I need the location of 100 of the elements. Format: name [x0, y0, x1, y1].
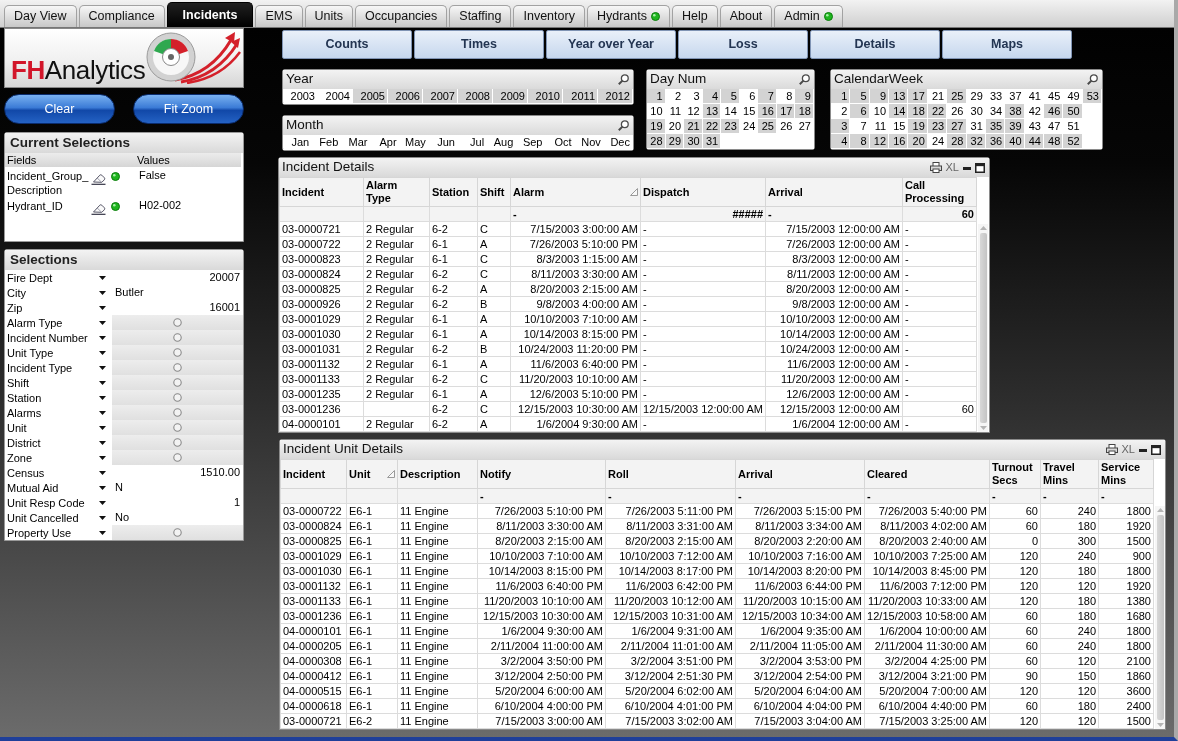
- list-item[interactable]: Jul: [458, 135, 488, 150]
- list-item[interactable]: 16: [758, 104, 777, 119]
- column-header[interactable]: Incident: [279, 177, 364, 207]
- search-icon[interactable]: [618, 74, 629, 85]
- list-item[interactable]: Nov: [574, 135, 604, 150]
- list-item[interactable]: 5: [721, 89, 740, 104]
- list-item[interactable]: Aug: [487, 135, 517, 150]
- list-item[interactable]: 3: [831, 119, 851, 134]
- export-excel-button[interactable]: XL: [945, 162, 959, 173]
- sheet-tab[interactable]: Day View: [4, 5, 77, 27]
- sheet-tab[interactable]: Inventory: [513, 5, 585, 27]
- scrollbar[interactable]: [978, 224, 988, 432]
- action-button[interactable]: Fit Zoom: [133, 94, 244, 124]
- scrollbar[interactable]: [1155, 506, 1165, 729]
- list-item[interactable]: 13: [889, 89, 909, 104]
- list-item[interactable]: 1: [647, 89, 666, 104]
- list-item[interactable]: 8: [850, 134, 870, 149]
- list-item[interactable]: 2006: [388, 89, 423, 104]
- sheet-button[interactable]: Counts: [282, 30, 412, 59]
- empty-field-value[interactable]: [112, 420, 243, 435]
- dropdown-caret-icon[interactable]: [99, 515, 106, 520]
- dropdown-caret-icon[interactable]: [99, 380, 106, 385]
- search-icon[interactable]: [1087, 74, 1098, 85]
- list-item[interactable]: 40: [1005, 134, 1025, 149]
- maximize-icon[interactable]: [1151, 444, 1161, 455]
- dropdown-caret-icon[interactable]: [99, 320, 106, 325]
- column-header[interactable]: Unit: [346, 459, 398, 489]
- dropdown-caret-icon[interactable]: [99, 305, 106, 310]
- list-item[interactable]: 19: [908, 119, 928, 134]
- print-icon[interactable]: [1105, 444, 1118, 455]
- list-item[interactable]: Dec: [603, 135, 633, 150]
- scrollbar-thumb[interactable]: [1156, 515, 1164, 720]
- list-item[interactable]: 2012: [598, 89, 633, 104]
- list-item[interactable]: 26: [776, 119, 796, 134]
- list-item[interactable]: Apr: [370, 135, 400, 150]
- column-header[interactable]: Turnout Secs: [989, 459, 1041, 489]
- column-header[interactable]: Dispatch: [640, 177, 766, 207]
- list-item[interactable]: 42: [1024, 104, 1044, 119]
- maximize-icon[interactable]: [975, 162, 985, 173]
- list-item[interactable]: 25: [758, 119, 777, 134]
- list-item[interactable]: 18: [908, 104, 928, 119]
- sheet-tab[interactable]: Staffing: [449, 5, 512, 27]
- dropdown-caret-icon[interactable]: [99, 275, 106, 280]
- list-item[interactable]: 52: [1063, 134, 1083, 149]
- list-item[interactable]: 2005: [353, 89, 388, 104]
- list-item[interactable]: 9: [795, 89, 814, 104]
- list-item[interactable]: May: [399, 135, 429, 150]
- eraser-icon[interactable]: [91, 202, 106, 215]
- list-item[interactable]: Mar: [341, 135, 371, 150]
- list-item[interactable]: 2009: [493, 89, 528, 104]
- empty-field-value[interactable]: [112, 390, 243, 405]
- column-header[interactable]: Alarm Type: [363, 177, 430, 207]
- list-item[interactable]: 2: [665, 89, 685, 104]
- list-item[interactable]: 25: [947, 89, 967, 104]
- list-item[interactable]: 30: [966, 104, 986, 119]
- sheet-button[interactable]: Year over Year: [546, 30, 676, 59]
- list-item[interactable]: 18: [795, 104, 814, 119]
- list-item[interactable]: 38: [1005, 104, 1025, 119]
- sheet-button[interactable]: Details: [810, 30, 940, 59]
- column-header[interactable]: Description: [397, 459, 478, 489]
- dropdown-caret-icon[interactable]: [99, 485, 106, 490]
- list-item[interactable]: 27: [795, 119, 814, 134]
- column-header[interactable]: Incident: [280, 459, 347, 489]
- sheet-button[interactable]: Loss: [678, 30, 808, 59]
- list-item[interactable]: 28: [647, 134, 666, 149]
- dropdown-caret-icon[interactable]: [99, 410, 106, 415]
- dropdown-caret-icon[interactable]: [99, 335, 106, 340]
- list-item[interactable]: 29: [966, 89, 986, 104]
- column-header[interactable]: Service Mins: [1098, 459, 1154, 489]
- empty-field-value[interactable]: [112, 360, 243, 375]
- empty-field-value[interactable]: [112, 435, 243, 450]
- column-header[interactable]: Cleared: [864, 459, 990, 489]
- list-item[interactable]: 27: [947, 119, 967, 134]
- print-icon[interactable]: [929, 162, 942, 173]
- list-item[interactable]: 2010: [528, 89, 563, 104]
- column-header[interactable]: Station: [429, 177, 478, 207]
- list-item[interactable]: 28: [947, 134, 967, 149]
- column-header[interactable]: Roll: [605, 459, 736, 489]
- list-item[interactable]: 17: [908, 89, 928, 104]
- scrollbar-thumb[interactable]: [979, 233, 987, 423]
- empty-field-value[interactable]: [112, 375, 243, 390]
- empty-field-value[interactable]: [112, 345, 243, 360]
- list-item[interactable]: 2007: [423, 89, 458, 104]
- sheet-tab[interactable]: Incidents: [166, 2, 254, 27]
- list-item[interactable]: 14: [889, 104, 909, 119]
- column-header[interactable]: Notify: [477, 459, 606, 489]
- column-header[interactable]: Shift: [477, 177, 511, 207]
- list-item[interactable]: 6: [850, 104, 870, 119]
- sheet-tab[interactable]: Hydrants: [586, 5, 670, 27]
- list-item[interactable]: 1: [831, 89, 851, 104]
- dropdown-caret-icon[interactable]: [99, 425, 106, 430]
- empty-field-value[interactable]: [112, 525, 243, 540]
- list-item[interactable]: 23: [721, 119, 740, 134]
- column-header[interactable]: Call Processing: [902, 177, 977, 207]
- column-header[interactable]: Alarm: [510, 177, 641, 207]
- dropdown-caret-icon[interactable]: [99, 470, 106, 475]
- list-item[interactable]: 2008: [458, 89, 493, 104]
- search-icon[interactable]: [618, 120, 629, 131]
- empty-field-value[interactable]: [112, 405, 243, 420]
- column-header[interactable]: Travel Mins: [1040, 459, 1099, 489]
